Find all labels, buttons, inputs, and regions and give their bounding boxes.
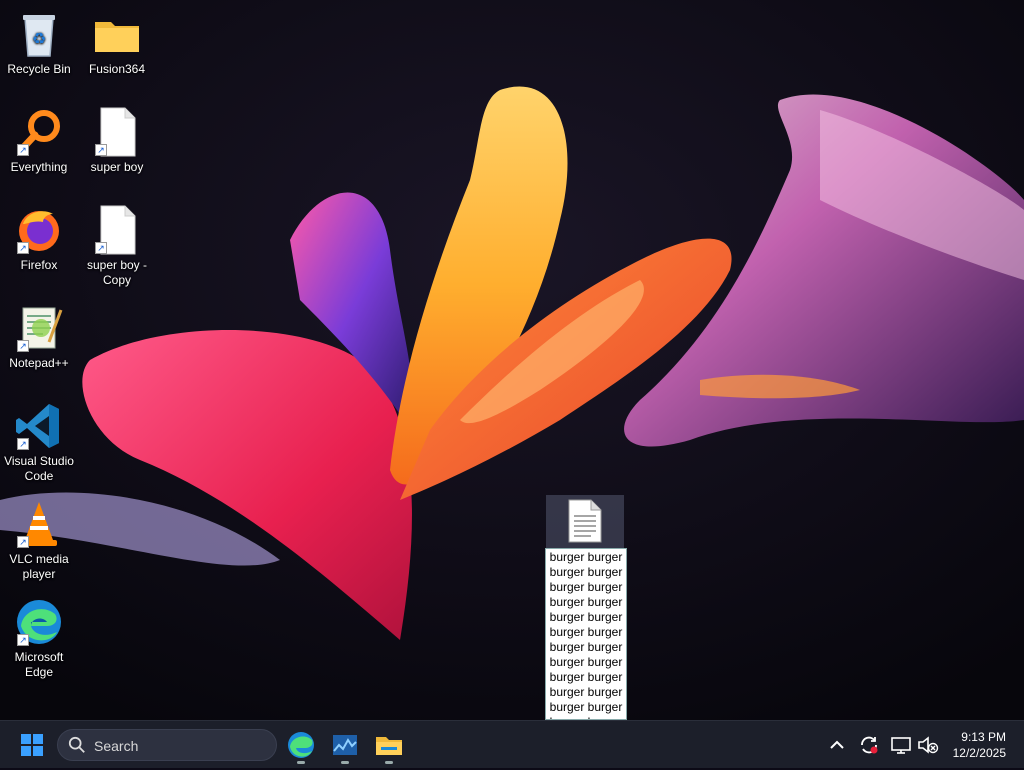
volume-muted-icon[interactable] <box>916 733 940 757</box>
taskbar-search-box[interactable]: Search <box>57 729 277 761</box>
desktop-icon-label: super boy - Copy <box>86 258 148 287</box>
file-name-line: burger burger <box>549 670 623 684</box>
file-name-line: burger burger <box>549 610 623 624</box>
desktop-icon-label: Notepad++ <box>9 356 69 370</box>
file-name-line: burger burger <box>549 550 623 564</box>
desktop-icon-label: super boy <box>90 160 144 174</box>
file-name-line: burger burger <box>549 700 623 714</box>
windows-start-icon <box>21 734 43 756</box>
desktop-icon-label: Recycle Bin <box>7 62 71 76</box>
file-name-line: burger burger <box>549 565 623 579</box>
desktop-icon-label: Fusion364 <box>88 62 146 76</box>
desktop-icon-recycle-bin[interactable]: ♻ Recycle Bin <box>0 4 78 77</box>
shortcut-arrow-icon: ↗ <box>17 634 29 646</box>
vlc-icon: ↗ <box>13 498 65 550</box>
file-explorer-icon <box>376 737 402 755</box>
desktop-icon-label: VLC media player <box>9 552 69 581</box>
desktop-icon-everything[interactable]: ↗ Everything <box>0 102 78 175</box>
file-name-line: burger burger <box>549 655 623 669</box>
shortcut-arrow-icon: ↗ <box>17 144 29 156</box>
taskbar: Search 9:13 PM 12/2/2025 <box>0 720 1024 768</box>
shortcut-arrow-icon: ↗ <box>17 242 29 254</box>
edge-icon <box>288 732 314 758</box>
taskbar-app-task-manager[interactable] <box>325 725 365 765</box>
shortcut-arrow-icon: ↗ <box>17 438 29 450</box>
search-placeholder: Search <box>94 738 139 754</box>
network-icon[interactable] <box>889 733 913 757</box>
sync-icon[interactable] <box>857 733 881 757</box>
file-name-line: burger burger <box>549 595 623 609</box>
blank-file-icon: ↗ <box>91 204 143 256</box>
desktop-icon-notepad-plus-plus[interactable]: ↗ Notepad++ <box>0 298 78 371</box>
desktop-icon-label: Firefox <box>20 258 58 272</box>
desktop-icon-super-boy[interactable]: ↗ super boy <box>78 102 156 175</box>
file-rename-textbox[interactable]: burger burger burger burger burger burger b… <box>545 548 627 720</box>
clock-date: 12/2/2025 <box>952 746 1006 760</box>
edge-icon: ↗ <box>13 596 65 648</box>
taskbar-app-edge[interactable] <box>281 725 321 765</box>
file-name-line: burger burger <box>549 625 623 639</box>
search-icon <box>68 736 85 753</box>
vscode-icon: ↗ <box>13 400 65 452</box>
running-indicator <box>385 761 393 764</box>
file-name-line: burger burger <box>549 685 623 699</box>
desktop-icon-super-boy-copy[interactable]: ↗ super boy - Copy <box>78 200 156 288</box>
taskbar-app-file-explorer[interactable] <box>369 725 409 765</box>
clock-time: 9:13 PM <box>961 730 1006 744</box>
desktop-icon-vscode[interactable]: ↗ Visual Studio Code <box>0 396 78 484</box>
desktop-icon-microsoft-edge[interactable]: ↗ Microsoft Edge <box>0 592 78 680</box>
task-manager-icon <box>333 735 357 755</box>
file-name-line: burger burger <box>549 580 623 594</box>
selected-file-icon-tile[interactable] <box>546 495 624 550</box>
notepad-plus-plus-icon: ↗ <box>13 302 65 354</box>
file-name-line: burger burger <box>549 640 623 654</box>
desktop-icon-firefox[interactable]: ↗ Firefox <box>0 200 78 273</box>
folder-icon <box>91 8 143 60</box>
running-indicator <box>341 761 349 764</box>
start-button[interactable] <box>12 725 52 765</box>
everything-icon: ↗ <box>13 106 65 158</box>
shortcut-arrow-icon: ↗ <box>95 242 107 254</box>
desktop-icon-label: Everything <box>10 160 68 174</box>
text-file-icon <box>568 499 602 543</box>
taskbar-clock[interactable]: 9:13 PM 12/2/2025 <box>953 729 1006 761</box>
desktop-icon-fusion364[interactable]: Fusion364 <box>78 4 156 77</box>
desktop-icon-label: Visual Studio Code <box>4 454 74 483</box>
shortcut-arrow-icon: ↗ <box>17 340 29 352</box>
recycle-bin-icon: ♻ <box>13 8 65 60</box>
blank-file-icon: ↗ <box>91 106 143 158</box>
chevron-up-icon[interactable] <box>825 733 849 757</box>
running-indicator <box>297 761 305 764</box>
desktop-icon-vlc[interactable]: ↗ VLC media player <box>0 494 78 582</box>
firefox-icon: ↗ <box>13 204 65 256</box>
svg-text:♻: ♻ <box>32 31 46 48</box>
shortcut-arrow-icon: ↗ <box>95 144 107 156</box>
shortcut-arrow-icon: ↗ <box>17 536 29 548</box>
desktop-icon-label: Microsoft Edge <box>14 650 64 679</box>
